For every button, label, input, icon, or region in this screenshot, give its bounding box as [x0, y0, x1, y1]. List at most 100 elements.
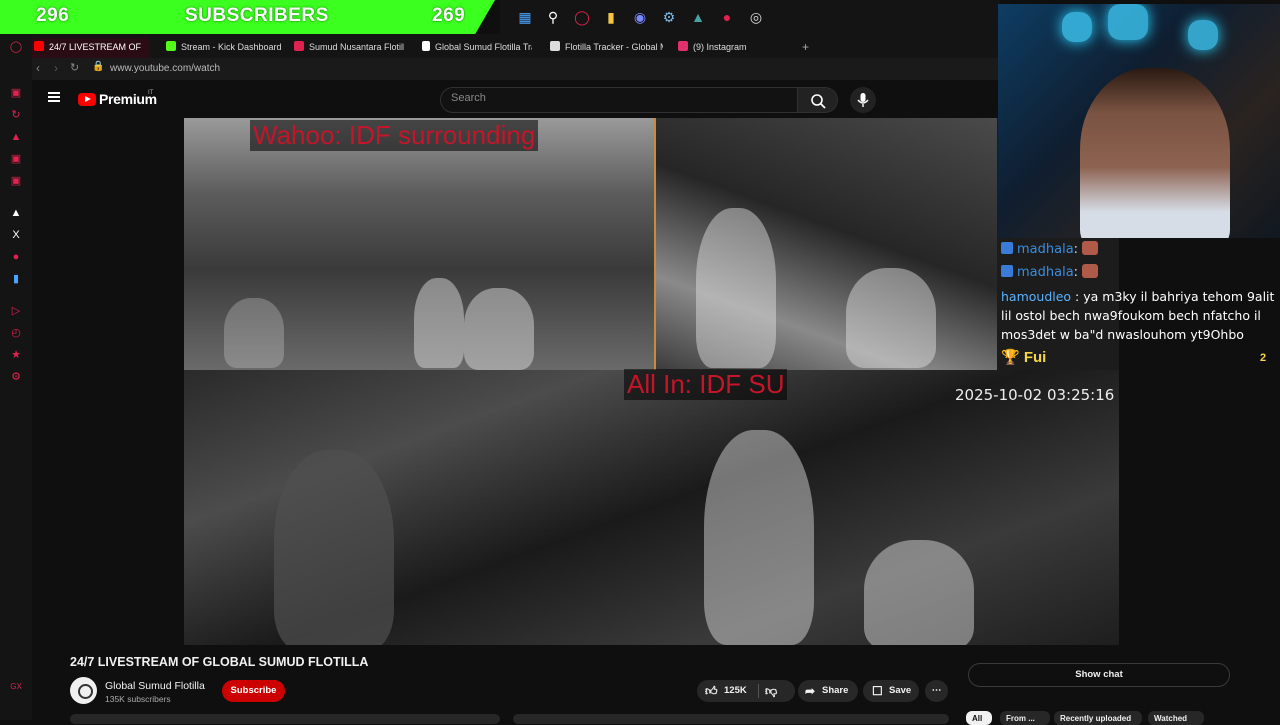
tab-instagram[interactable]: (9) Instagram — [676, 38, 776, 58]
camera-timestamp: 2025-10-02 03:25:16 — [955, 386, 1115, 404]
player-icon[interactable]: ▷ — [9, 304, 23, 318]
browser-sidebar: ◯ ▣ ↻ ▲ ▣ ▣ ▲ X ● ▮ ▷ ◴ ★ ⚙ GX — [0, 34, 32, 720]
highlight-name: Fui — [1023, 349, 1047, 366]
bookmark-icon: ☐ — [872, 684, 883, 698]
subscriber-count-left: 296 — [36, 5, 70, 26]
lock-icon: 🔒 — [92, 61, 105, 72]
like-count[interactable]: 125K — [724, 680, 747, 702]
steam-icon[interactable]: ⚙ — [659, 7, 679, 27]
video-player[interactable]: Wahoo: IDF surrounding All In: IDF SU 20… — [184, 118, 1119, 645]
thumbs-down-icon[interactable]: 👎︎ — [765, 680, 777, 702]
menu-hamburger-icon[interactable] — [48, 92, 60, 102]
history-icon[interactable]: ◴ — [9, 326, 23, 340]
person-silhouette — [864, 540, 974, 645]
youtube-icon — [34, 41, 44, 51]
opera-menu-icon[interactable]: ◯ — [9, 40, 23, 54]
back-arrow-icon[interactable]: ‹ — [36, 61, 40, 75]
chip-recently-uploaded[interactable]: Recently uploaded — [1054, 711, 1142, 725]
person-silhouette — [224, 298, 284, 368]
share-button[interactable]: ➦ Share — [798, 680, 858, 702]
highlight-count: 2 — [1260, 352, 1267, 364]
twitch-icon[interactable]: ▣ — [9, 152, 23, 166]
tracker-icon — [550, 41, 560, 51]
kick-icon — [166, 41, 176, 51]
youtube-music-icon[interactable]: ● — [9, 250, 23, 264]
search-button[interactable] — [798, 87, 838, 113]
description-box[interactable] — [70, 714, 500, 724]
camera-feed-top-left — [184, 118, 654, 370]
bitwarden-icon[interactable]: ▮ — [9, 272, 23, 286]
tab-label: Stream - Kick Dashboard — [181, 42, 282, 52]
discord-icon[interactable]: ◉ — [630, 7, 650, 27]
person-silhouette — [696, 208, 776, 368]
person-silhouette — [846, 268, 936, 368]
ai-icon[interactable]: ▲ — [9, 206, 23, 220]
person-silhouette — [274, 450, 394, 645]
more-actions-button[interactable]: ⋯ — [925, 680, 948, 702]
tab-sumud-nusantara[interactable]: Sumud Nusantara Flotilla — [292, 38, 404, 58]
badge-icon — [1001, 242, 1013, 254]
tab-label: Flotilla Tracker - Global M — [565, 42, 663, 52]
country-code: IT — [148, 90, 154, 96]
forward-arrow-icon[interactable]: › — [54, 61, 58, 75]
gx-label: GX — [10, 682, 22, 691]
settings-gear-icon[interactable]: ⚙ — [9, 370, 23, 384]
obs-icon[interactable]: ◎ — [746, 7, 766, 27]
subscribe-button[interactable]: Subscribe — [222, 680, 285, 702]
extensions-icon[interactable]: ★ — [9, 348, 23, 362]
neon-light — [1062, 12, 1092, 42]
subscriber-goal-bar: 296 SUBSCRIBERS 269 — [0, 0, 495, 34]
channel-name[interactable]: Global Sumud Flotilla — [105, 680, 205, 692]
video-title: 24/7 LIVESTREAM OF GLOBAL SUMUD FLOTILLA — [70, 655, 369, 669]
search-box[interactable] — [440, 87, 798, 113]
chat-message: hamoudleo : ya m3ky il bahriya tehom 9al… — [1001, 289, 1275, 342]
search-input[interactable] — [451, 92, 781, 104]
gx-control-icon[interactable]: ▣ — [9, 86, 23, 100]
file-explorer-icon[interactable]: ▮ — [601, 7, 621, 27]
chat-message: madhala: — [1001, 262, 1099, 283]
tab-youtube-livestream[interactable]: 24/7 LIVESTREAM OF — [32, 38, 150, 58]
taskbar: ▦ ⚲ ◯ ▮ ◉ ⚙ ▲ ● ◎ — [500, 0, 1000, 34]
reload-icon[interactable]: ↻ — [70, 61, 79, 74]
opera-gx-icon[interactable]: ◯ — [572, 7, 592, 27]
video-caption-top: Wahoo: IDF surrounding — [250, 120, 539, 151]
app-icon[interactable]: ▲ — [688, 7, 708, 27]
browser-tab-bar: 24/7 LIVESTREAM OF Stream - Kick Dashboa… — [32, 34, 998, 58]
thumbs-up-icon[interactable]: 👍︎ — [705, 680, 718, 702]
comments-box[interactable] — [513, 714, 949, 724]
chat-message: madhala: — [1001, 239, 1099, 260]
youtube-logo-icon[interactable] — [78, 93, 96, 106]
new-tab-button[interactable]: + — [800, 38, 814, 58]
search-icon[interactable]: ⚲ — [543, 7, 563, 27]
trophy-icon: 🏆 — [1001, 349, 1020, 366]
person-silhouette — [464, 288, 534, 370]
messenger-icon[interactable]: ▣ — [9, 174, 23, 188]
tab-global-sumud-tracker[interactable]: Global Sumud Flotilla Tra — [420, 38, 532, 58]
chip-watched[interactable]: Watched — [1148, 711, 1204, 725]
tab-kick-dashboard[interactable]: Stream - Kick Dashboard — [164, 38, 282, 58]
show-chat-button[interactable]: Show chat — [968, 663, 1230, 687]
tab-label: (9) Instagram — [693, 42, 747, 52]
windows-start-icon[interactable]: ▦ — [515, 7, 535, 27]
chip-from-channel[interactable]: From ... — [1000, 711, 1050, 725]
person-silhouette — [414, 278, 464, 368]
save-button[interactable]: ☐ Save — [863, 680, 919, 702]
voice-search-button[interactable] — [850, 87, 876, 113]
video-caption-mid: All In: IDF SU — [624, 369, 788, 400]
tab-label: Sumud Nusantara Flotilla — [309, 42, 404, 52]
tab-label: Global Sumud Flotilla Tra — [435, 42, 532, 52]
gx-corner-icon[interactable]: ▲ — [9, 130, 23, 144]
tab-flotilla-tracker[interactable]: Flotilla Tracker - Global M — [548, 38, 663, 58]
streamer-webcam — [998, 4, 1280, 238]
chip-all[interactable]: All — [966, 711, 992, 725]
x-twitter-icon[interactable]: X — [9, 228, 23, 242]
channel-avatar[interactable] — [70, 677, 97, 704]
gx-cleaner-icon[interactable]: ↻ — [9, 108, 23, 122]
maps-pin-icon[interactable]: ● — [717, 7, 737, 27]
search-icon — [811, 94, 826, 109]
emote-icon — [1082, 264, 1099, 278]
share-label: Share — [822, 685, 849, 696]
chat-separator: : — [1073, 265, 1079, 280]
url-text[interactable]: www.youtube.com/watch — [110, 63, 220, 74]
chat-separator: : — [1073, 242, 1079, 257]
